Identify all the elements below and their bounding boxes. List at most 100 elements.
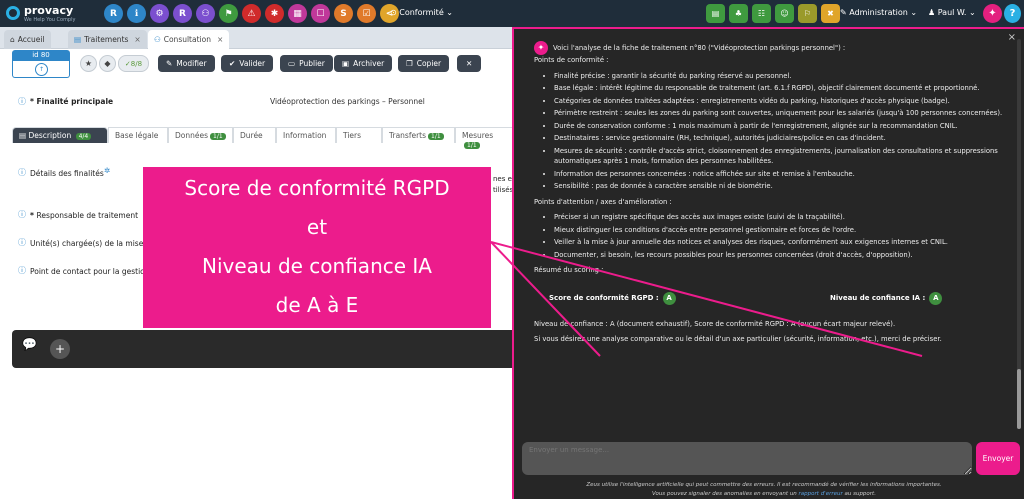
- module-icon-6[interactable]: ⚑: [219, 4, 238, 23]
- finalite-value: Vidéoprotection des parkings – Personnel: [270, 97, 425, 106]
- module-icons: Rℹ ⚙ R ⚇ ⚑ ⚠ ✱ ▦ ☐ S ☑ <: [104, 4, 399, 23]
- subtab-base-legale[interactable]: Base légale: [108, 127, 168, 143]
- module-icon-8[interactable]: ✱: [265, 4, 284, 23]
- tag-button[interactable]: ◆: [99, 55, 116, 72]
- file-icon: ▤: [19, 131, 27, 140]
- help-circle-icon[interactable]: ⓘ: [18, 167, 26, 178]
- close-record-button[interactable]: ✕: [457, 55, 482, 72]
- completion-badge: ✓ 8/8: [118, 55, 149, 72]
- error-report-link[interactable]: rapport d'erreur: [799, 491, 843, 497]
- record-status: ↑: [12, 61, 70, 78]
- points-list: Finalité précise : garantir la sécurité …: [534, 71, 1012, 192]
- tool-icon-3[interactable]: ☷: [752, 4, 771, 23]
- sparkle-icon[interactable]: ✲: [104, 166, 110, 175]
- logo-name: provacy: [24, 4, 74, 17]
- conformite-menu-label: Conformité: [399, 8, 444, 17]
- help-circle-icon[interactable]: ⓘ: [18, 96, 26, 107]
- provacy-logo[interactable]: provacy We Help You Comply: [6, 4, 96, 24]
- points-title: Points de conformité :: [534, 56, 609, 64]
- favorite-star-button[interactable]: ★: [80, 55, 97, 72]
- ai-intro-line: ✦ Voici l'analyse de la fiche de traiteme…: [534, 41, 1012, 55]
- tab-label: Consultation: [163, 35, 211, 44]
- ai-closing: Si vous désirez une analyse comparative …: [534, 335, 942, 343]
- list-item: Catégories de données traitées adaptées …: [554, 96, 1012, 107]
- subtab-duree[interactable]: Durée: [233, 127, 276, 143]
- ai-assistant-icon[interactable]: ✦: [983, 4, 1002, 23]
- module-icon-1[interactable]: R: [104, 4, 123, 23]
- module-icon-3[interactable]: ⚙: [150, 4, 169, 23]
- publish-icon: ▭: [288, 59, 296, 68]
- module-icon-4[interactable]: R: [173, 4, 192, 23]
- archiver-label: Archiver: [353, 59, 385, 68]
- help-circle-icon[interactable]: ⓘ: [18, 209, 26, 220]
- module-icon-5[interactable]: ⚇: [196, 4, 215, 23]
- subtab-label: Information: [283, 131, 327, 140]
- user-menu[interactable]: ♟ Paul W. ⌄: [928, 8, 976, 17]
- tool-icon-1[interactable]: ▤: [706, 4, 725, 23]
- logo-mark-icon: [6, 6, 20, 20]
- tab-label: Traitements: [84, 35, 129, 44]
- module-icon-2[interactable]: ℹ: [127, 4, 146, 23]
- subtab-label: Tiers: [343, 131, 362, 140]
- plus-icon: +: [54, 342, 66, 356]
- publier-button[interactable]: ▭ Publier: [280, 55, 333, 72]
- module-icon-11[interactable]: S: [334, 4, 353, 23]
- subtab-label: Transferts: [389, 131, 427, 140]
- check-circle-icon: ✔: [229, 59, 236, 68]
- tab-accueil[interactable]: ⌂ Accueil: [4, 30, 51, 49]
- subtab-label: Mesures: [462, 131, 494, 140]
- edit-icon: ✎: [166, 59, 173, 68]
- subtab-transferts[interactable]: Transferts 1/1: [382, 127, 455, 143]
- tab-consultation[interactable]: ⚇ Consultation ×: [148, 30, 230, 49]
- help-circle-icon[interactable]: ⓘ: [18, 265, 26, 276]
- list-item: Information des personnes concernées : n…: [554, 169, 1012, 180]
- tab-traitements[interactable]: ▤ Traitements ×: [68, 30, 147, 49]
- module-icon-10[interactable]: ☐: [311, 4, 330, 23]
- archiver-button[interactable]: ▣ Archiver: [334, 55, 393, 72]
- send-button[interactable]: Envoyer: [976, 442, 1020, 475]
- conformite-menu[interactable]: ⊙ Conformité ⌄: [390, 8, 453, 17]
- callout-line-4: de A à E: [275, 293, 359, 317]
- tool-icon-6[interactable]: ✖: [821, 4, 840, 23]
- module-icon-9[interactable]: ▦: [288, 4, 307, 23]
- contact-label: Point de contact pour la gestio: [30, 267, 145, 276]
- subtab-tiers[interactable]: Tiers: [336, 127, 382, 143]
- disclaimer-line-2: Vous pouvez signaler des anomalies en en…: [652, 491, 876, 497]
- ai-message-input[interactable]: [522, 442, 972, 475]
- details-finalites-label: Détails des finalités: [30, 169, 104, 178]
- copier-button[interactable]: ❐ Copier: [398, 55, 450, 72]
- close-icon[interactable]: ×: [134, 35, 140, 44]
- close-icon[interactable]: ×: [217, 35, 223, 44]
- module-icon-7[interactable]: ⚠: [242, 4, 261, 23]
- logo-tagline: We Help You Comply: [24, 17, 76, 23]
- ai-confidence-grade: A: [929, 291, 943, 305]
- subtab-label: Données: [175, 131, 209, 140]
- tag-icon: ◆: [104, 59, 111, 68]
- administration-menu-label: Administration: [849, 8, 908, 17]
- subtab-information[interactable]: Information: [276, 127, 336, 143]
- subtab-badge: 1/1: [428, 133, 444, 140]
- attention-list: Préciser si un registre spécifique des a…: [534, 212, 1012, 260]
- star-icon: ★: [84, 59, 93, 68]
- subtab-donnees[interactable]: Données 1/1: [168, 127, 233, 143]
- add-comment-button[interactable]: +: [50, 339, 70, 359]
- chevron-down-icon: ⌄: [969, 8, 976, 17]
- ai-summary: Niveau de confiance : A (document exhaus…: [534, 319, 896, 328]
- subtab-mesures[interactable]: Mesures 1/1: [455, 127, 516, 149]
- tool-icon-4[interactable]: ☺: [775, 4, 794, 23]
- subtab-description[interactable]: ▤ Description 4/4: [12, 127, 108, 143]
- details-text-partial-2: tilisés: [493, 186, 514, 194]
- help-circle-icon[interactable]: ⓘ: [18, 237, 26, 248]
- comments-icon[interactable]: 💬: [22, 337, 37, 351]
- modifier-button[interactable]: ✎ Modifier: [158, 55, 215, 72]
- valider-button[interactable]: ✔ Valider: [221, 55, 274, 72]
- scrollbar-thumb[interactable]: [1017, 369, 1021, 429]
- ai-confidence: Niveau de confiance IA : A: [830, 291, 943, 305]
- help-icon[interactable]: ?: [1004, 4, 1021, 23]
- module-icon-12[interactable]: ☑: [357, 4, 376, 23]
- disclaimer-line-1: Zeus utilise l'intelligence artificielle…: [586, 482, 942, 488]
- administration-menu[interactable]: ✎ Administration ⌄: [840, 8, 917, 17]
- tool-icon-2[interactable]: ♣: [729, 4, 748, 23]
- tool-icon-5[interactable]: ⚐: [798, 4, 817, 23]
- record-id: id 80: [12, 50, 70, 61]
